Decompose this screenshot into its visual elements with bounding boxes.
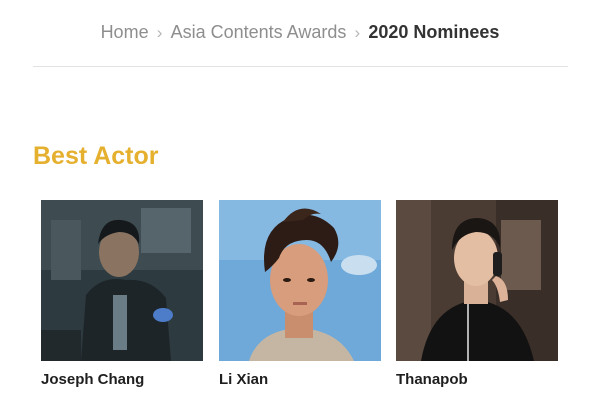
nominee-photo[interactable] [396, 200, 558, 361]
nominee-name[interactable]: Joseph Chang [41, 371, 203, 388]
nominee-photo[interactable] [219, 200, 381, 361]
breadcrumb-home-link[interactable]: Home [101, 22, 149, 43]
breadcrumb-current-page: 2020 Nominees [368, 22, 500, 42]
nominee-name[interactable]: Thanapob [396, 371, 558, 388]
breadcrumb: Home › Asia Contents Awards › 2020 Nomin… [0, 22, 600, 43]
nominee-photo[interactable] [41, 200, 203, 361]
breadcrumb-separator-icon: › [354, 22, 361, 42]
nominee-card[interactable]: Li Xian [219, 200, 381, 388]
breadcrumb-awards-link[interactable]: Asia Contents Awards [171, 22, 347, 43]
breadcrumb-separator-icon: › [156, 22, 163, 42]
nominee-name[interactable]: Li Xian [219, 371, 381, 388]
header-divider [33, 66, 568, 67]
nominee-card[interactable]: Thanapob [396, 200, 558, 388]
section-title: Best Actor [33, 142, 159, 170]
nominee-card[interactable]: Joseph Chang [41, 200, 203, 388]
